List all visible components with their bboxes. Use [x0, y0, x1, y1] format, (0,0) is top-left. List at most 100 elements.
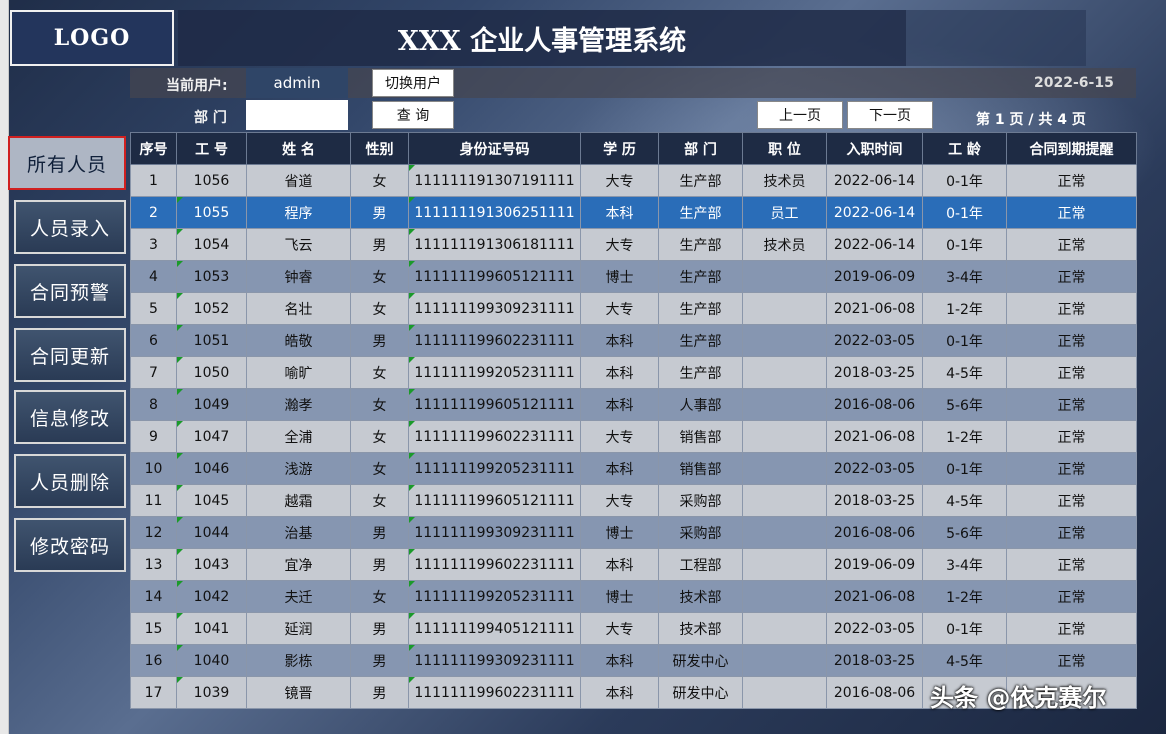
table-cell[interactable]: 2016-08-06: [826, 676, 923, 709]
sidebar-item-staff-entry[interactable]: 人员录入: [14, 200, 126, 254]
table-cell[interactable]: 生产部: [658, 356, 743, 389]
table-cell[interactable]: 3-4年: [922, 548, 1007, 581]
table-cell[interactable]: 1: [130, 164, 177, 197]
table-cell[interactable]: 1-2年: [922, 580, 1007, 613]
table-cell[interactable]: 技术部: [658, 580, 743, 613]
table-row[interactable]: 9 1047 全浦女 111111199602231111 大专 销售部 2021-06-0…: [130, 420, 1137, 453]
next-page-button[interactable]: 下一页: [847, 101, 933, 129]
table-cell[interactable]: 本科: [580, 452, 659, 485]
table-cell[interactable]: 影栋: [246, 644, 351, 677]
table-cell[interactable]: 采购部: [658, 484, 743, 517]
table-cell[interactable]: 11: [130, 484, 177, 517]
table-cell[interactable]: 本科: [580, 356, 659, 389]
table-cell[interactable]: 2016-08-06: [826, 388, 923, 421]
table-cell[interactable]: 111111199309231111: [408, 644, 581, 677]
table-cell[interactable]: 正常: [1006, 228, 1137, 261]
table-cell[interactable]: 瀚孝: [246, 388, 351, 421]
table-cell[interactable]: 正常: [1006, 548, 1137, 581]
table-cell[interactable]: 女: [350, 292, 409, 325]
table-cell[interactable]: 正常: [1006, 580, 1137, 613]
sidebar-item-all-staff[interactable]: 所有人员: [8, 136, 126, 190]
table-cell[interactable]: 111111199205231111: [408, 452, 581, 485]
table-cell[interactable]: 大专: [580, 292, 659, 325]
table-cell[interactable]: 10: [130, 452, 177, 485]
table-cell[interactable]: 2021-06-08: [826, 580, 923, 613]
table-cell[interactable]: 正常: [1006, 644, 1137, 677]
table-cell[interactable]: 女: [350, 388, 409, 421]
table-cell[interactable]: 生产部: [658, 324, 743, 357]
sidebar-item-change-password[interactable]: 修改密码: [14, 518, 126, 572]
table-cell[interactable]: 9: [130, 420, 177, 453]
table-cell[interactable]: 111111199309231111: [408, 516, 581, 549]
table-cell[interactable]: 本科: [580, 644, 659, 677]
table-cell[interactable]: 男: [350, 548, 409, 581]
table-cell[interactable]: [742, 324, 827, 357]
table-cell[interactable]: 钟睿: [246, 260, 351, 293]
table-cell[interactable]: 6: [130, 324, 177, 357]
table-row[interactable]: 13 1043 宜净男 111111199602231111 本科 工程部 2019-06-…: [130, 548, 1137, 581]
table-cell[interactable]: 女: [350, 484, 409, 517]
table-cell[interactable]: 2019-06-09: [826, 260, 923, 293]
table-cell[interactable]: 4-5年: [922, 356, 1007, 389]
table-cell[interactable]: 1044: [176, 516, 247, 549]
table-cell[interactable]: 111111199605121111: [408, 260, 581, 293]
table-cell[interactable]: 博士: [580, 516, 659, 549]
table-cell[interactable]: 本科: [580, 676, 659, 709]
table-cell[interactable]: 全浦: [246, 420, 351, 453]
table-cell[interactable]: 111111199205231111: [408, 580, 581, 613]
table-cell[interactable]: 4-5年: [922, 484, 1007, 517]
table-cell[interactable]: 生产部: [658, 292, 743, 325]
table-cell[interactable]: 111111199605121111: [408, 484, 581, 517]
switch-user-button[interactable]: 切换用户: [372, 69, 454, 97]
table-cell[interactable]: 本科: [580, 388, 659, 421]
table-cell[interactable]: 0-1年: [922, 452, 1007, 485]
table-row[interactable]: 5 1052 名壮女 111111199309231111 大专 生产部 2021-06-0…: [130, 292, 1137, 325]
sidebar-item-info-edit[interactable]: 信息修改: [14, 390, 126, 444]
table-cell[interactable]: 1056: [176, 164, 247, 197]
table-row[interactable]: 15 1041 延润男 111111199405121111 大专 技术部 2022-03-…: [130, 612, 1137, 645]
table-cell[interactable]: 正常: [1006, 516, 1137, 549]
table-row[interactable]: 7 1050 喻旷女 111111199205231111 本科 生产部 2018-03-2…: [130, 356, 1137, 389]
table-cell[interactable]: 研发中心: [658, 644, 743, 677]
table-cell[interactable]: 大专: [580, 484, 659, 517]
table-cell[interactable]: 员工: [742, 196, 827, 229]
table-cell[interactable]: 大专: [580, 420, 659, 453]
table-cell[interactable]: 正常: [1006, 292, 1137, 325]
table-row[interactable]: 4 1053 钟睿女 111111199605121111 博士 生产部 2019-06-0…: [130, 260, 1137, 293]
table-cell[interactable]: 名壮: [246, 292, 351, 325]
table-cell[interactable]: 4-5年: [922, 644, 1007, 677]
table-row[interactable]: 3 1054 飞云男 111111191306181111 大专 生产部 技术员 2022-0…: [130, 228, 1137, 261]
table-cell[interactable]: 0-1年: [922, 164, 1007, 197]
table-cell[interactable]: 延润: [246, 612, 351, 645]
table-cell[interactable]: 1039: [176, 676, 247, 709]
table-cell[interactable]: 人事部: [658, 388, 743, 421]
table-cell[interactable]: 1042: [176, 580, 247, 613]
table-cell[interactable]: 销售部: [658, 452, 743, 485]
table-cell[interactable]: [742, 516, 827, 549]
table-row[interactable]: 16 1040 影栋男 111111199309231111 本科 研发中心 2018-03…: [130, 644, 1137, 677]
table-cell[interactable]: 111111199405121111: [408, 612, 581, 645]
table-cell[interactable]: 正常: [1006, 484, 1137, 517]
table-cell[interactable]: [742, 452, 827, 485]
table-cell[interactable]: 2018-03-25: [826, 484, 923, 517]
table-cell[interactable]: 正常: [1006, 452, 1137, 485]
table-cell[interactable]: 正常: [1006, 356, 1137, 389]
table-cell[interactable]: 5: [130, 292, 177, 325]
table-cell[interactable]: 14: [130, 580, 177, 613]
table-cell[interactable]: 111111199602231111: [408, 676, 581, 709]
table-cell[interactable]: 正常: [1006, 388, 1137, 421]
table-row[interactable]: 12 1044 治基男 111111199309231111 博士 采购部 2016-08-…: [130, 516, 1137, 549]
table-cell[interactable]: 男: [350, 516, 409, 549]
table-cell[interactable]: 生产部: [658, 228, 743, 261]
table-row[interactable]: 11 1045 越霜女 111111199605121111 大专 采购部 2018-03-…: [130, 484, 1137, 517]
table-cell[interactable]: 1053: [176, 260, 247, 293]
table-cell[interactable]: 2021-06-08: [826, 420, 923, 453]
table-cell[interactable]: 大专: [580, 164, 659, 197]
table-cell[interactable]: 博士: [580, 260, 659, 293]
table-cell[interactable]: 111111199309231111: [408, 292, 581, 325]
table-cell[interactable]: 1052: [176, 292, 247, 325]
table-cell[interactable]: 0-1年: [922, 228, 1007, 261]
table-cell[interactable]: 销售部: [658, 420, 743, 453]
prev-page-button[interactable]: 上一页: [757, 101, 843, 129]
table-cell[interactable]: 111111199605121111: [408, 388, 581, 421]
